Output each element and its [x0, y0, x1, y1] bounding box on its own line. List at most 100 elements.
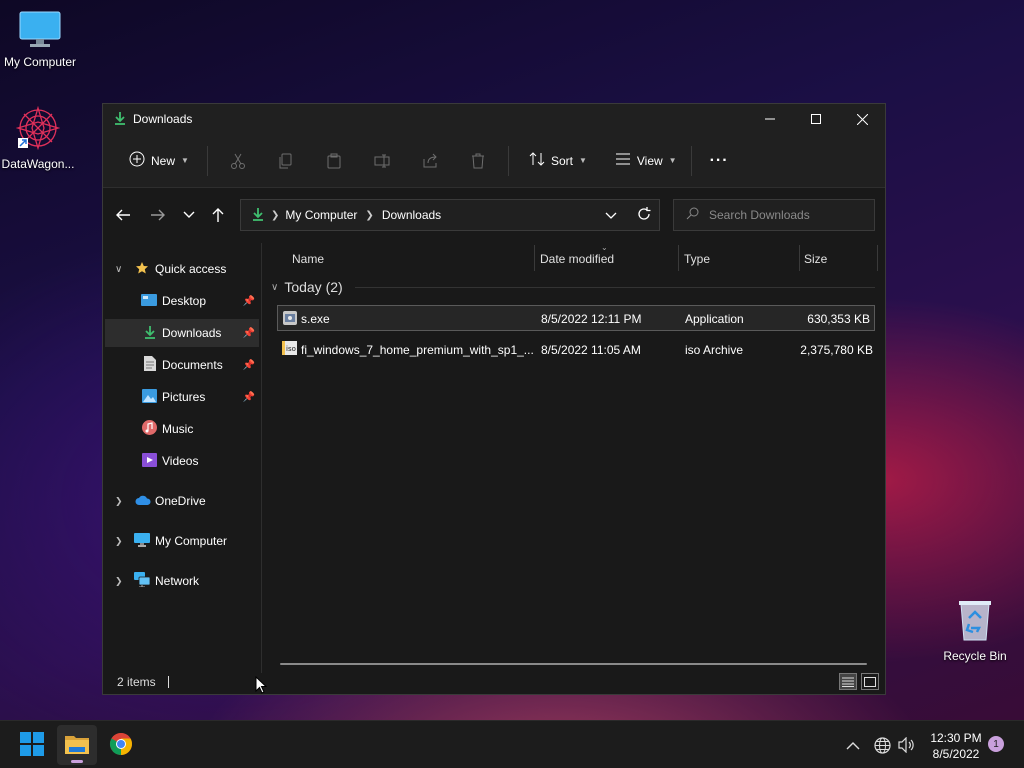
file-date-modified: 8/5/2022 12:11 PM: [541, 312, 642, 326]
column-separator[interactable]: [678, 245, 679, 271]
chevron-right-icon: ❯: [115, 535, 123, 546]
sidebar-item-label: Music: [162, 422, 194, 436]
sidebar-item-desktop[interactable]: Desktop 📌: [105, 287, 259, 315]
pin-icon: 📌: [242, 327, 255, 339]
more-options-button[interactable]: ···: [704, 145, 735, 177]
view-button[interactable]: View ▼: [609, 145, 683, 177]
forward-arrow-icon[interactable]: [150, 188, 166, 242]
monitor-icon: [0, 10, 80, 51]
new-button[interactable]: New ▼: [123, 145, 195, 177]
taskbar-file-explorer[interactable]: [57, 725, 97, 765]
desktop-icon-label: Recycle Bin: [943, 649, 1007, 663]
videos-icon: [142, 452, 157, 470]
sidebar-item-videos[interactable]: Videos: [105, 447, 259, 475]
sidebar-item-network[interactable]: ❯ Network: [105, 567, 259, 595]
sidebar-item-music[interactable]: Music: [105, 415, 259, 443]
show-hidden-icons-chevron-icon[interactable]: [846, 721, 860, 768]
exe-file-icon: [282, 310, 298, 329]
desktop-icon-label: DataWagon...: [1, 157, 75, 171]
horizontal-scrollbar[interactable]: [280, 663, 867, 665]
clock[interactable]: 12:30 PM 8/5/2022: [924, 730, 988, 762]
sidebar-item-downloads[interactable]: Downloads 📌: [105, 319, 259, 347]
breadcrumb-downloads[interactable]: Downloads: [382, 208, 441, 222]
refresh-icon[interactable]: [637, 207, 651, 224]
title-bar[interactable]: Downloads: [103, 104, 885, 134]
sidebar-item-quick-access[interactable]: ∨ Quick access: [105, 255, 259, 283]
breadcrumb-my-computer[interactable]: My Computer: [285, 208, 357, 222]
speaker-volume-icon[interactable]: [898, 721, 916, 768]
window-title: Downloads: [133, 112, 193, 126]
delete-icon[interactable]: [454, 153, 502, 169]
paste-icon[interactable]: [310, 153, 358, 169]
rename-icon[interactable]: [358, 153, 406, 169]
chevron-down-icon: ▼: [668, 156, 677, 165]
column-separator[interactable]: [799, 245, 800, 271]
file-list: Name Date modified ⌄ Type Size ∨ Today (…: [263, 243, 885, 673]
toolbar-separator: [206, 145, 208, 176]
address-row: ❯ My Computer ❯ Downloads Search Downloa…: [103, 188, 885, 242]
breadcrumb-chevron-icon: ❯: [271, 209, 280, 221]
windows-logo-icon: [20, 731, 44, 759]
desktop-icon-my-computer[interactable]: My Computer: [0, 10, 80, 69]
mouse-cursor-icon: [255, 675, 268, 697]
clock-time: 12:30 PM: [930, 731, 982, 745]
file-row[interactable]: s.exe 8/5/2022 12:11 PM Application 630,…: [277, 305, 875, 331]
recent-chevron-down-icon[interactable]: [183, 188, 195, 242]
sidebar-item-label: My Computer: [155, 534, 228, 548]
recycle-bin-icon: [935, 598, 1015, 645]
items-count: 2 items: [117, 675, 156, 689]
back-arrow-icon[interactable]: [115, 188, 131, 242]
sidebar-item-onedrive[interactable]: ❯ OneDrive: [105, 487, 259, 515]
sidebar-item-my-computer[interactable]: ❯ My Computer: [105, 527, 259, 555]
group-header-today[interactable]: ∨ Today (2): [271, 279, 875, 295]
toolbar-separator: [690, 145, 692, 176]
search-placeholder: Search Downloads: [709, 208, 810, 222]
maximize-button[interactable]: [793, 104, 839, 134]
start-button[interactable]: [12, 725, 52, 765]
folder-icon: [64, 733, 90, 758]
copy-icon[interactable]: [262, 153, 310, 169]
share-icon[interactable]: [406, 153, 454, 169]
chevron-right-icon: ❯: [115, 575, 123, 586]
large-icons-view-button[interactable]: [861, 673, 879, 690]
sidebar-item-label: Downloads: [162, 326, 222, 340]
address-history-chevron-icon[interactable]: [605, 209, 617, 223]
details-view-button[interactable]: [839, 673, 857, 690]
download-arrow-icon: [143, 325, 157, 342]
column-separator[interactable]: [877, 245, 878, 271]
download-arrow-icon: [113, 111, 127, 128]
iso-file-icon: iso: [282, 341, 297, 358]
chevron-down-icon: ▼: [181, 156, 189, 165]
search-input[interactable]: Search Downloads: [673, 199, 875, 231]
cut-icon[interactable]: [214, 153, 262, 169]
taskbar: 12:30 PM 8/5/2022: [0, 720, 1024, 768]
sort-label: Sort: [550, 153, 573, 168]
clock-date: 8/5/2022: [932, 747, 980, 761]
sidebar-item-pictures[interactable]: Pictures 📌: [105, 383, 259, 411]
minimize-button[interactable]: [747, 104, 793, 134]
plus-circle-icon: [129, 151, 145, 170]
notification-badge[interactable]: 1: [988, 736, 1004, 752]
column-header-size[interactable]: Size: [804, 243, 827, 275]
desktop-icon-datawagon[interactable]: DataWagon...: [0, 105, 78, 171]
desktop-icon-recycle-bin[interactable]: Recycle Bin: [935, 598, 1015, 663]
sort-arrows-icon: [529, 151, 545, 170]
address-bar[interactable]: ❯ My Computer ❯ Downloads: [240, 199, 660, 231]
file-type: iso Archive: [685, 343, 744, 357]
close-button[interactable]: [839, 104, 885, 134]
chrome-icon: [109, 732, 133, 759]
status-divider: [167, 676, 169, 688]
column-header-name[interactable]: Name: [292, 243, 324, 275]
globe-network-icon[interactable]: [874, 721, 891, 768]
file-size: 2,375,780 KB: [800, 343, 873, 357]
column-header-type[interactable]: Type: [684, 243, 710, 275]
pane-splitter[interactable]: [261, 243, 262, 673]
sort-button[interactable]: Sort ▼: [523, 145, 593, 177]
file-row[interactable]: iso fi_windows_7_home_premium_with_sp1_.…: [277, 337, 875, 363]
sidebar-item-documents[interactable]: Documents 📌: [105, 351, 259, 379]
taskbar-chrome[interactable]: [101, 725, 141, 765]
group-divider: [354, 286, 875, 288]
column-separator[interactable]: [534, 245, 535, 271]
up-arrow-icon[interactable]: [211, 188, 225, 242]
svg-text:iso: iso: [286, 345, 296, 353]
